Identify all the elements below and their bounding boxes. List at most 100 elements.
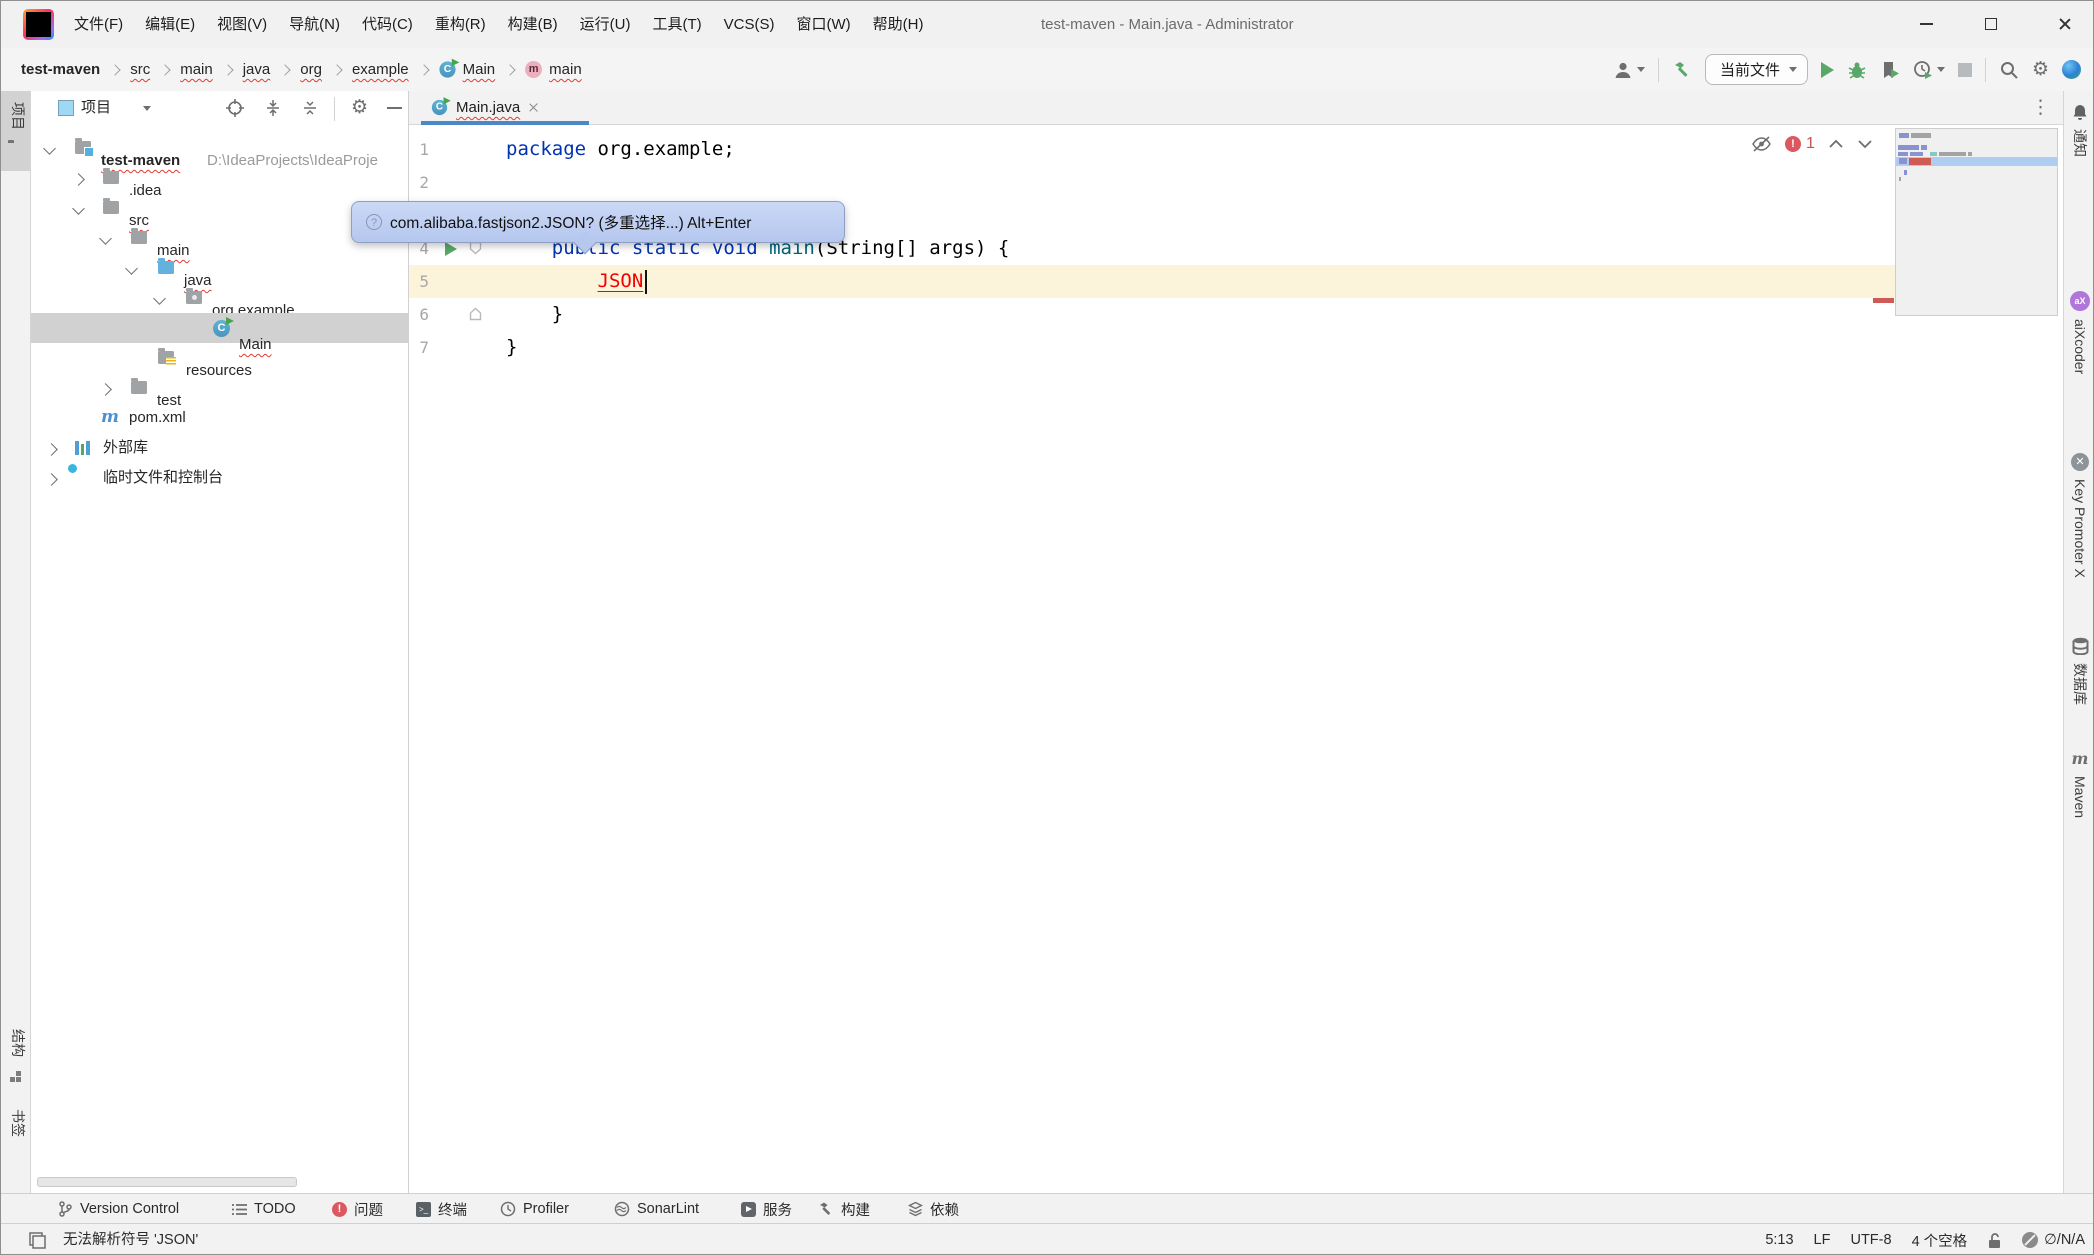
breadcrumb-main-class[interactable]: Main: [463, 61, 496, 78]
tree-item-main-class[interactable]: Main: [31, 313, 409, 343]
tree-item-test-maven[interactable]: test-maven D:\IdeaProjects\IdeaProje: [31, 133, 409, 163]
tree-item-test[interactable]: test: [31, 373, 409, 403]
dock-sonarlint[interactable]: SonarLint: [614, 1194, 699, 1224]
unlock-icon[interactable]: [1987, 1232, 2002, 1249]
chevron-right-icon[interactable]: [72, 173, 85, 186]
next-error-icon[interactable]: [1857, 139, 1873, 149]
menu-view[interactable]: 视图(V): [206, 1, 278, 48]
stripe-aixcoder[interactable]: aiXcoder: [2064, 291, 2094, 374]
tree-item-java[interactable]: java: [31, 253, 409, 283]
close-icon[interactable]: [528, 102, 539, 113]
code-line-5[interactable]: JSON: [506, 265, 643, 298]
tree-item-idea[interactable]: .idea: [31, 163, 409, 193]
breadcrumb-src[interactable]: src: [130, 61, 150, 78]
tree-item-pom[interactable]: m pom.xml: [31, 403, 409, 433]
breadcrumb-org[interactable]: org: [300, 61, 322, 78]
menu-code[interactable]: 代码(C): [351, 1, 424, 48]
chevron-down-icon[interactable]: [72, 202, 85, 215]
dock-services[interactable]: 服务: [741, 1194, 792, 1224]
chevron-right-icon[interactable]: [45, 443, 58, 456]
run-gutter-icon[interactable]: [445, 242, 457, 256]
tree-item-scratches[interactable]: 临时文件和控制台: [31, 463, 409, 493]
panel-settings-gear-icon[interactable]: ⚙: [351, 98, 368, 117]
collapse-all-icon[interactable]: [301, 99, 319, 117]
menu-help[interactable]: 帮助(H): [862, 1, 935, 48]
indent-style[interactable]: 4 个空格: [1912, 1230, 1968, 1251]
hide-panel-icon[interactable]: [387, 107, 402, 109]
highlighting-level-eye-icon[interactable]: [1751, 136, 1772, 152]
profiler-run-button[interactable]: [1913, 60, 1945, 80]
layout-icon[interactable]: [29, 1232, 46, 1249]
menu-run[interactable]: 运行(U): [569, 1, 642, 48]
breadcrumb-main-method[interactable]: main: [549, 61, 582, 78]
menu-file[interactable]: 文件(F): [63, 1, 134, 48]
minimize-button[interactable]: [1904, 1, 1948, 47]
menu-vcs[interactable]: VCS(S): [713, 1, 786, 48]
previous-error-icon[interactable]: [1828, 139, 1844, 149]
stripe-maven[interactable]: m Maven: [2064, 749, 2094, 818]
run-configuration-select[interactable]: 当前文件: [1705, 54, 1808, 85]
import-suggestion-tooltip[interactable]: ? com.alibaba.fastjson2.JSON? (多重选择...) …: [351, 201, 845, 243]
stripe-bookmarks-label[interactable]: 书签: [8, 1109, 28, 1137]
run-button[interactable]: [1821, 62, 1834, 78]
dock-problems[interactable]: 问题: [332, 1194, 383, 1224]
error-count-badge[interactable]: ! 1: [1785, 135, 1815, 153]
stripe-database[interactable]: 数据库: [2064, 637, 2094, 705]
code-minimap[interactable]: [1895, 128, 2058, 316]
breadcrumb-java[interactable]: java: [243, 61, 271, 78]
code-line-1[interactable]: package org.example;: [506, 133, 735, 166]
horizontal-scrollbar[interactable]: [37, 1177, 297, 1187]
maximize-button[interactable]: [1969, 1, 2013, 47]
tree-item-org-example[interactable]: org.example: [31, 283, 409, 313]
unresolved-symbol[interactable]: JSON: [598, 270, 644, 292]
dock-terminal[interactable]: 终端: [416, 1194, 467, 1224]
fold-region-end-icon[interactable]: [469, 307, 482, 321]
settings-gear-icon[interactable]: ⚙: [2032, 60, 2049, 79]
build-hammer-icon[interactable]: [1672, 60, 1692, 80]
memory-indicator[interactable]: ∅/N/A: [2022, 1232, 2085, 1248]
stripe-structure-label[interactable]: 结构: [8, 1029, 28, 1057]
debug-bug-icon[interactable]: [1847, 60, 1867, 80]
menu-tools[interactable]: 工具(T): [641, 1, 712, 48]
chevron-right-icon[interactable]: [99, 383, 112, 396]
dock-version-control[interactable]: Version Control: [58, 1194, 179, 1224]
dock-build[interactable]: 构建: [818, 1194, 870, 1224]
locate-file-icon[interactable]: [226, 99, 244, 117]
menu-window[interactable]: 窗口(W): [785, 1, 861, 48]
stripe-notifications[interactable]: 通知: [2064, 103, 2094, 157]
breadcrumb-main-dir[interactable]: main: [180, 61, 213, 78]
tree-item-resources[interactable]: resources: [31, 343, 409, 373]
file-encoding[interactable]: UTF-8: [1850, 1232, 1891, 1248]
search-everywhere-icon[interactable]: [1999, 60, 2019, 80]
chevron-down-icon[interactable]: [99, 232, 112, 245]
project-panel-title[interactable]: 项目: [81, 91, 111, 125]
user-profile-button[interactable]: [1613, 60, 1645, 80]
dock-dependencies[interactable]: 依赖: [908, 1194, 959, 1224]
code-line-7[interactable]: }: [506, 331, 517, 364]
dock-todo[interactable]: TODO: [232, 1194, 296, 1224]
chevron-down-icon[interactable]: [143, 106, 151, 111]
more-options-icon[interactable]: ⋮: [2031, 96, 2050, 119]
run-with-coverage-icon[interactable]: [1880, 60, 1900, 80]
chevron-down-icon[interactable]: [153, 292, 166, 305]
fold-region-start-icon[interactable]: [469, 241, 482, 255]
breadcrumb-example[interactable]: example: [352, 61, 409, 78]
error-stripe-mark[interactable]: [1873, 298, 1894, 303]
tab-main-java[interactable]: Main.java: [421, 91, 549, 124]
menu-navigate[interactable]: 导航(N): [278, 1, 351, 48]
chevron-down-icon[interactable]: [125, 262, 138, 275]
expand-all-icon[interactable]: [264, 99, 282, 117]
chevron-right-icon[interactable]: [45, 473, 58, 486]
dock-profiler[interactable]: Profiler: [500, 1194, 569, 1224]
code-line-6[interactable]: }: [506, 298, 563, 331]
line-separator[interactable]: LF: [1814, 1232, 1831, 1248]
close-button[interactable]: [2043, 1, 2087, 47]
menu-refactor[interactable]: 重构(R): [424, 1, 497, 48]
chevron-down-icon[interactable]: [43, 142, 56, 155]
caret-position[interactable]: 5:13: [1765, 1232, 1793, 1248]
menu-edit[interactable]: 编辑(E): [134, 1, 206, 48]
tree-item-external-libraries[interactable]: 外部库: [31, 433, 409, 463]
stripe-project-label[interactable]: 项目: [8, 102, 28, 130]
plugin-sphere-icon[interactable]: [2062, 60, 2081, 79]
menu-build[interactable]: 构建(B): [497, 1, 569, 48]
